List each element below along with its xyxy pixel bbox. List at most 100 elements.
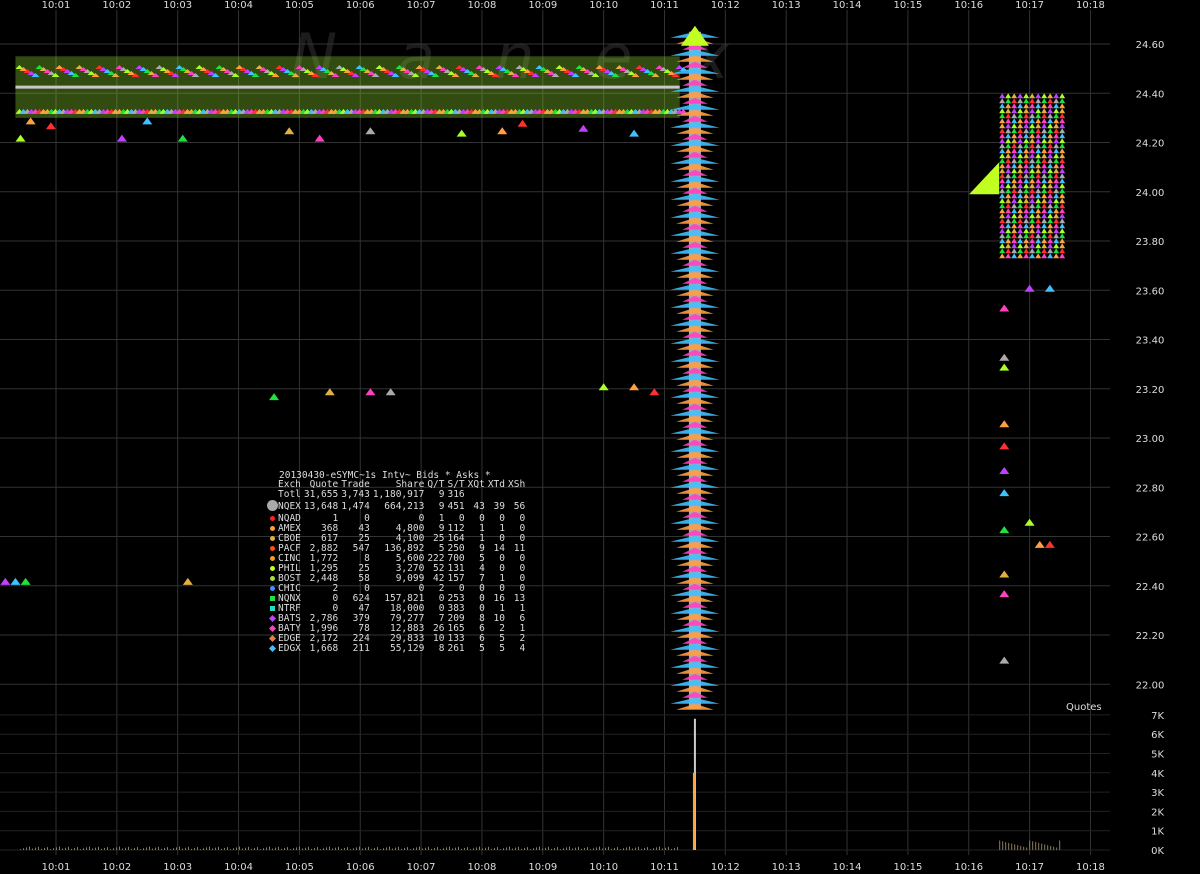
volume-bar [128, 846, 129, 850]
volume-bar [524, 847, 525, 850]
cluster-mark [1035, 98, 1042, 104]
cluster-mark [999, 163, 1006, 169]
cluster-mark [1017, 163, 1024, 169]
y-tick-label: 24.40 [1136, 89, 1165, 100]
volume-bar [674, 847, 675, 850]
legend-cell: 11 [513, 543, 526, 554]
volume-bar [209, 846, 210, 850]
cluster-mark [969, 162, 1000, 195]
x-tick-label-top: 10:10 [589, 0, 618, 11]
volume-bar [86, 847, 87, 850]
cluster-mark [999, 138, 1006, 144]
volume-bar [299, 846, 300, 850]
cluster-mark [1053, 103, 1060, 109]
cluster-mark [1041, 148, 1048, 154]
cluster-mark [1023, 233, 1030, 239]
cluster-mark [1059, 198, 1066, 204]
volume-bar [254, 847, 255, 850]
cluster-mark [1047, 108, 1054, 114]
cluster-mark [1011, 113, 1018, 119]
cluster-mark [1011, 193, 1018, 199]
cluster-mark [1047, 93, 1054, 99]
volume-bar [383, 848, 384, 850]
spike-mark [670, 175, 720, 182]
volume-bar [482, 848, 483, 850]
volume-bar [176, 847, 177, 850]
cluster-mark [1041, 108, 1048, 114]
volume-bar [38, 846, 39, 850]
volume-panel-label: Quotes [1066, 702, 1102, 713]
volume-bar [155, 847, 156, 850]
volume-bar [323, 848, 324, 850]
x-tick-label-top: 10:04 [224, 0, 253, 11]
cluster-mark [1011, 178, 1018, 184]
cluster-mark [999, 248, 1006, 254]
volume-bar [134, 847, 135, 850]
volume-bar [1029, 840, 1031, 850]
cluster-mark [1047, 168, 1054, 174]
cluster-mark [1059, 123, 1066, 129]
spike-mark [670, 463, 720, 470]
cluster-mark [1059, 143, 1066, 149]
cluster-mark [1023, 153, 1030, 159]
legend-cell: 13,648 [303, 501, 339, 512]
volume-bar [98, 846, 99, 850]
volume-bar [656, 847, 657, 850]
cluster-mark [1011, 203, 1018, 209]
cluster-mark [1047, 193, 1054, 199]
cluster-mark [1005, 173, 1012, 179]
volume-bar [491, 848, 492, 850]
volume-bar [305, 847, 306, 850]
x-tick-label-bottom: 10:12 [711, 862, 740, 873]
cluster-mark [1011, 108, 1018, 114]
volume-spike [692, 772, 695, 850]
quote-point [629, 383, 640, 391]
quote-point [999, 363, 1010, 371]
volume-bar [266, 847, 267, 850]
quote-point [999, 570, 1010, 578]
cluster-mark [1011, 133, 1018, 139]
cluster-mark [1017, 98, 1024, 104]
cluster-mark [1053, 148, 1060, 154]
legend-cell: 1,180,917 [372, 489, 425, 500]
legend-cell: 10 [433, 633, 445, 644]
spike-mark [676, 541, 714, 548]
x-tick-label-bottom: 10:08 [468, 862, 497, 873]
cluster-mark [1035, 108, 1042, 114]
cluster-mark [1023, 138, 1030, 144]
cluster-mark [1011, 168, 1018, 174]
x-tick-label-bottom: 10:07 [407, 862, 436, 873]
volume-bar [461, 848, 462, 850]
cluster-mark [1041, 143, 1048, 149]
spike-mark [670, 517, 720, 524]
cluster-mark [1023, 123, 1030, 129]
cluster-mark [1053, 183, 1060, 189]
spike-mark [676, 127, 714, 134]
legend-cell: 451 [447, 501, 465, 512]
legend-marker-icon [268, 644, 276, 653]
cluster-mark [1005, 168, 1012, 174]
cluster-mark [1017, 138, 1024, 144]
spike-mark [670, 445, 720, 452]
cluster-mark [1035, 128, 1042, 134]
cluster-mark [1041, 198, 1048, 204]
cluster-mark [1041, 153, 1048, 159]
cluster-mark [1017, 223, 1024, 229]
cluster-mark [1017, 103, 1024, 109]
cluster-mark [1011, 248, 1018, 254]
cluster-mark [1005, 218, 1012, 224]
spike-mark [676, 559, 714, 566]
cluster-mark [1047, 233, 1054, 239]
x-tick-label-bottom: 10:09 [528, 862, 557, 873]
legend-cell: 2 [519, 633, 526, 644]
volume-bar [290, 849, 291, 850]
cluster-mark [1053, 203, 1060, 209]
quote-point [517, 119, 528, 127]
cluster-mark [1017, 233, 1024, 239]
x-tick-label-top: 10:08 [468, 0, 497, 11]
axis-labels: 10:01 10:01 10:02 10:02 10:03 10:03 10:04 10:04… [42, 0, 1165, 873]
spike-mark [682, 403, 708, 410]
cluster-mark [1053, 123, 1060, 129]
cluster-mark [1035, 228, 1042, 234]
cluster-mark [1053, 188, 1060, 194]
